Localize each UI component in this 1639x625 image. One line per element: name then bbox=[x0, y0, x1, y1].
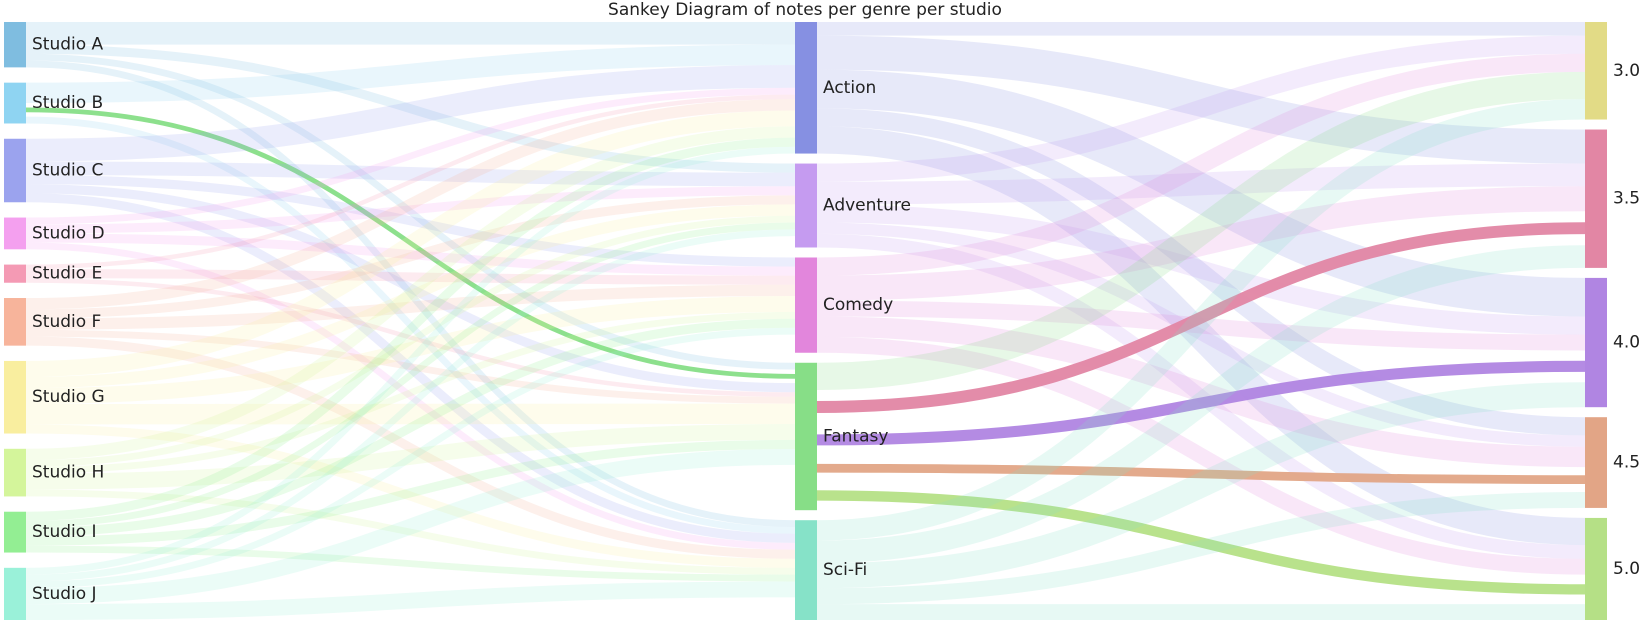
node-studio-j[interactable] bbox=[4, 567, 26, 620]
node-label-action: Action bbox=[823, 78, 876, 98]
node-studio-c[interactable] bbox=[4, 138, 26, 203]
node-4-0[interactable] bbox=[1585, 277, 1607, 408]
link-studio-c-to-adventure[interactable] bbox=[25, 161, 796, 187]
node-label-studio-i: Studio I bbox=[32, 522, 97, 542]
node-sci-fi[interactable] bbox=[795, 520, 817, 620]
node-studio-f[interactable] bbox=[4, 298, 26, 346]
node-studio-b[interactable] bbox=[4, 82, 26, 124]
node-5-0[interactable] bbox=[1585, 517, 1607, 620]
node-studio-d[interactable] bbox=[4, 217, 26, 250]
node-label-studio-h: Studio H bbox=[32, 463, 104, 483]
sankey-chart[interactable]: Studio A Studio B Studio C Studio D Studio E… bbox=[0, 0, 1639, 625]
node-label-adventure: Adventure bbox=[823, 196, 911, 216]
node-label-studio-d: Studio D bbox=[32, 223, 105, 243]
node-label-3-0: 3.0 bbox=[1613, 61, 1639, 81]
node-label-studio-f: Studio F bbox=[32, 312, 101, 332]
node-studio-i[interactable] bbox=[4, 511, 26, 553]
node-adventure[interactable] bbox=[795, 163, 817, 248]
node-label-studio-e: Studio E bbox=[32, 264, 102, 284]
node-label-fantasy: Fantasy bbox=[823, 426, 888, 446]
node-studio-e[interactable] bbox=[4, 264, 26, 283]
node-label-studio-g: Studio G bbox=[32, 387, 105, 407]
node-4-5[interactable] bbox=[1585, 417, 1607, 508]
node-label-studio-b: Studio B bbox=[32, 93, 103, 113]
node-label-sci-fi: Sci-Fi bbox=[823, 560, 867, 580]
node-label-4-5: 4.5 bbox=[1613, 453, 1639, 473]
node-comedy[interactable] bbox=[795, 257, 817, 353]
node-label-studio-a: Studio A bbox=[32, 35, 104, 55]
link-studio-e-to-comedy[interactable] bbox=[25, 269, 796, 285]
node-3-0[interactable] bbox=[1585, 22, 1607, 120]
node-label-studio-c: Studio C bbox=[32, 161, 103, 181]
node-action[interactable] bbox=[795, 22, 817, 154]
node-studio-a[interactable] bbox=[4, 22, 26, 68]
node-label-studio-j: Studio J bbox=[32, 584, 97, 604]
node-3-5[interactable] bbox=[1585, 129, 1607, 268]
node-studio-h[interactable] bbox=[4, 448, 26, 497]
node-label-3-5: 3.5 bbox=[1613, 189, 1639, 209]
node-fantasy[interactable] bbox=[795, 362, 817, 511]
node-label-5-0: 5.0 bbox=[1613, 559, 1639, 579]
node-studio-g[interactable] bbox=[4, 360, 26, 434]
node-label-comedy: Comedy bbox=[823, 295, 893, 315]
node-label-4-0: 4.0 bbox=[1613, 333, 1639, 353]
